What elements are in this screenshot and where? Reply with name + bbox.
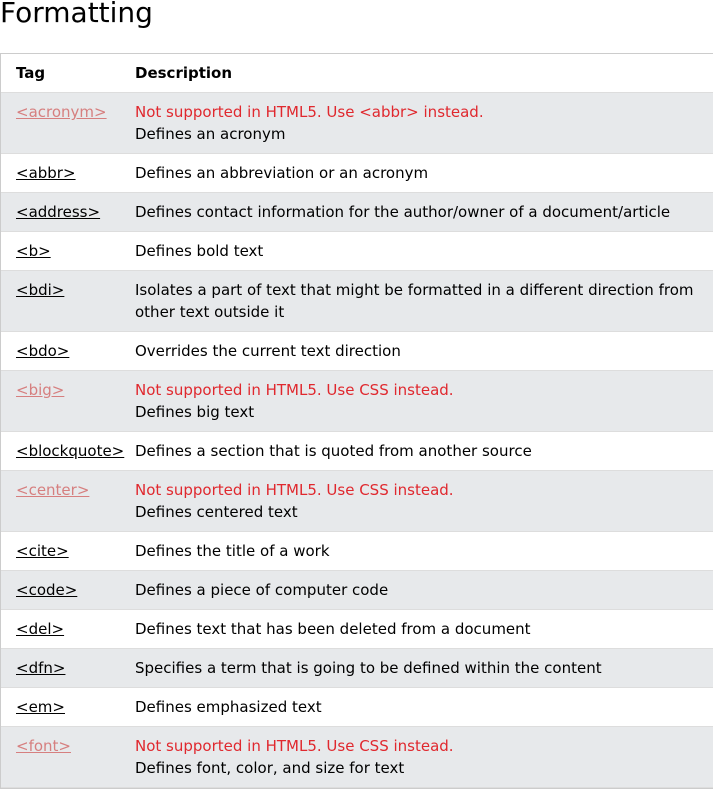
tag-link-em[interactable]: <em> bbox=[16, 698, 65, 716]
table-row: <cite> Defines the title of a work bbox=[1, 532, 713, 571]
table-row: <b> Defines bold text bbox=[1, 232, 713, 271]
tag-link-bdo[interactable]: <bdo> bbox=[16, 342, 69, 360]
tag-description: Defines an abbreviation or an acronym bbox=[135, 164, 429, 182]
table-row: <big> Not supported in HTML5. Use CSS in… bbox=[1, 371, 713, 432]
tag-description: Isolates a part of text that might be fo… bbox=[135, 281, 694, 321]
deprecation-notice: Not supported in HTML5. Use CSS instead. bbox=[135, 381, 454, 399]
tag-description: Specifies a term that is going to be def… bbox=[135, 659, 602, 677]
deprecation-notice: Not supported in HTML5. Use CSS instead. bbox=[135, 481, 454, 499]
tag-link-big[interactable]: <big> bbox=[16, 381, 64, 399]
tag-description: Defines big text bbox=[135, 403, 255, 421]
formatting-tags-table: Tag Description <acronym> Not supported … bbox=[0, 53, 713, 789]
table-row: <acronym> Not supported in HTML5. Use <a… bbox=[1, 93, 713, 154]
table-row: <address> Defines contact information fo… bbox=[1, 193, 713, 232]
tag-description: Defines an acronym bbox=[135, 125, 286, 143]
tag-link-address[interactable]: <address> bbox=[16, 203, 100, 221]
tag-link-dfn[interactable]: <dfn> bbox=[16, 659, 65, 677]
table-header-row: Tag Description bbox=[1, 54, 713, 93]
tag-description: Defines text that has been deleted from … bbox=[135, 620, 531, 638]
table-row: <bdo> Overrides the current text directi… bbox=[1, 332, 713, 371]
tag-link-del[interactable]: <del> bbox=[16, 620, 64, 638]
tag-description: Defines a piece of computer code bbox=[135, 581, 389, 599]
column-header-description: Description bbox=[135, 64, 233, 82]
tag-link-cite[interactable]: <cite> bbox=[16, 542, 69, 560]
table-row: <center> Not supported in HTML5. Use CSS… bbox=[1, 471, 713, 532]
table-row: <font> Not supported in HTML5. Use CSS i… bbox=[1, 727, 713, 788]
tag-description: Defines font, color, and size for text bbox=[135, 759, 405, 777]
tag-description: Defines centered text bbox=[135, 503, 298, 521]
tag-description: Defines a section that is quoted from an… bbox=[135, 442, 532, 460]
tag-description: Overrides the current text direction bbox=[135, 342, 401, 360]
table-row: <abbr> Defines an abbreviation or an acr… bbox=[1, 154, 713, 193]
table-row: <del> Defines text that has been deleted… bbox=[1, 610, 713, 649]
column-header-tag: Tag bbox=[16, 64, 46, 82]
tag-description: Defines the title of a work bbox=[135, 542, 330, 560]
tag-link-code[interactable]: <code> bbox=[16, 581, 77, 599]
page-title: Formatting bbox=[0, 0, 153, 29]
table-row: <code> Defines a piece of computer code bbox=[1, 571, 713, 610]
tag-description: Defines contact information for the auth… bbox=[135, 203, 671, 221]
tag-description: Defines emphasized text bbox=[135, 698, 322, 716]
table-row: <blockquote> Defines a section that is q… bbox=[1, 432, 713, 471]
tag-link-center[interactable]: <center> bbox=[16, 481, 89, 499]
tag-link-bdi[interactable]: <bdi> bbox=[16, 281, 64, 299]
tag-link-abbr[interactable]: <abbr> bbox=[16, 164, 76, 182]
deprecation-notice: Not supported in HTML5. Use CSS instead. bbox=[135, 737, 454, 755]
tag-link-acronym[interactable]: <acronym> bbox=[16, 103, 107, 121]
tag-link-blockquote[interactable]: <blockquote> bbox=[16, 442, 124, 460]
tag-link-b[interactable]: <b> bbox=[16, 242, 51, 260]
tag-link-font[interactable]: <font> bbox=[16, 737, 71, 755]
table-row: <bdi> Isolates a part of text that might… bbox=[1, 271, 713, 332]
deprecation-notice: Not supported in HTML5. Use <abbr> inste… bbox=[135, 103, 484, 121]
tag-description: Defines bold text bbox=[135, 242, 264, 260]
table-row: <em> Defines emphasized text bbox=[1, 688, 713, 727]
table-row: <dfn> Specifies a term that is going to … bbox=[1, 649, 713, 688]
